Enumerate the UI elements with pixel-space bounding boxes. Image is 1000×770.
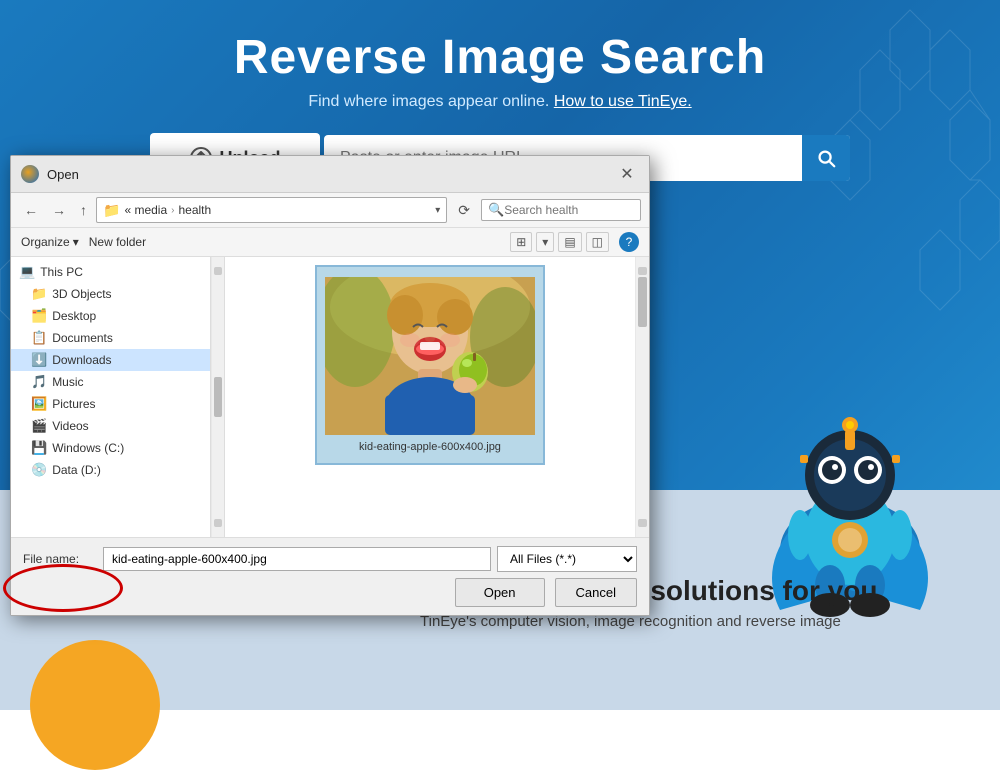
open-button[interactable]: Open [455,578,545,607]
tree-label-windows-c: Windows (C:) [52,441,124,455]
dialog-footer: File name: All Files (*.*) Open Cancel [11,537,649,615]
up-button[interactable]: ↑ [75,199,92,221]
refresh-button[interactable]: ⟳ [451,199,477,222]
breadcrumb-current: health [178,203,211,217]
dialog-nav: ← → ↑ 📁 « media › health ▾ ⟳ 🔍 [11,193,649,228]
tree-item-downloads[interactable]: ⬇️ Downloads [11,349,210,371]
desktop-icon: 🗂️ [31,308,47,324]
tree-item-this-pc[interactable]: 💻 This PC [11,261,210,283]
new-folder-button[interactable]: New folder [89,235,146,249]
search-box: 🔍 [481,199,641,221]
pictures-icon: 🖼️ [31,396,47,412]
dialog-title: Open [47,167,615,182]
view-icons: ⊞ ▾ ▤ ◫ [510,232,609,252]
left-panel: 💻 This PC 📁 3D Objects 🗂️ Desktop 📋 Docu… [11,257,211,537]
downloads-icon: ⬇️ [31,352,47,368]
organize-label: Organize [21,235,70,249]
documents-icon: 📋 [31,330,47,346]
filename-input[interactable] [103,547,491,571]
tree-label-music: Music [52,375,83,389]
dialog-body: 💻 This PC 📁 3D Objects 🗂️ Desktop 📋 Docu… [11,257,649,537]
tree-label-data-d: Data (D:) [52,463,101,477]
breadcrumb-folder-icon: 📁 [103,202,120,219]
breadcrumb-arrow: › [171,205,174,216]
right-panel-scrollbar[interactable] [635,257,649,537]
tree-label-documents: Documents [52,331,113,345]
right-panel: kid-eating-apple-600x400.jpg [225,257,635,537]
right-scrollbar-thumb[interactable] [638,277,647,327]
view-dropdown-button[interactable]: ▾ [536,232,554,252]
breadcrumb-bar: 📁 « media › health ▾ [96,197,447,223]
breadcrumb-prefix: « media [124,203,167,217]
subtitle: Find where images appear online. How to … [0,93,1000,111]
scrollbar-thumb[interactable] [214,377,222,417]
view-details-button[interactable]: ▤ [558,232,581,252]
page-title: Reverse Image Search [0,30,1000,85]
file-thumbnail-container[interactable]: kid-eating-apple-600x400.jpg [315,265,545,465]
tree-item-pictures[interactable]: 🖼️ Pictures [11,393,210,415]
forward-button[interactable]: → [47,199,71,221]
file-open-dialog: Open ✕ ← → ↑ 📁 « media › health ▾ ⟳ 🔍 Or… [10,155,650,616]
orange-circle-decoration [30,640,160,770]
organize-button[interactable]: Organize ▾ [21,235,79,249]
tree-label-pictures: Pictures [52,397,95,411]
search-icon [815,147,837,169]
view-large-icon-button[interactable]: ⊞ [510,232,532,252]
breadcrumb-dropdown-icon[interactable]: ▾ [435,205,440,216]
dialog-close-button[interactable]: ✕ [615,162,639,186]
tree-item-windows-c[interactable]: 💾 Windows (C:) [11,437,210,459]
filename-row: File name: All Files (*.*) [23,546,637,572]
music-icon: 🎵 [31,374,47,390]
dialog-toolbar: Organize ▾ New folder ⊞ ▾ ▤ ◫ ? [11,228,649,257]
left-panel-scrollbar[interactable] [211,257,225,537]
3d-objects-icon: 📁 [31,286,47,302]
tree-label-desktop: Desktop [52,309,96,323]
view-preview-button[interactable]: ◫ [586,232,609,252]
filename-label: File name: [23,552,103,566]
file-preview-image [325,277,535,435]
search-submit-button[interactable] [802,135,850,181]
dialog-titlebar: Open ✕ [11,156,649,193]
how-to-link[interactable]: How to use TinEye. [554,93,692,110]
dialog-actions: Open Cancel [23,578,637,607]
search-box-icon: 🔍 [488,202,504,218]
tree-item-data-d[interactable]: 💿 Data (D:) [11,459,210,481]
tree-label-downloads: Downloads [52,353,111,367]
tree-item-videos[interactable]: 🎬 Videos [11,415,210,437]
filetype-dropdown[interactable]: All Files (*.*) [497,546,637,572]
cancel-button[interactable]: Cancel [555,578,637,607]
tree-label-videos: Videos [52,419,88,433]
this-pc-icon: 💻 [19,264,35,280]
tree-item-documents[interactable]: 📋 Documents [11,327,210,349]
data-d-icon: 💿 [31,462,47,478]
windows-c-icon: 💾 [31,440,47,456]
videos-icon: 🎬 [31,418,47,434]
help-button[interactable]: ? [619,232,639,252]
tree-label-this-pc: This PC [40,265,83,279]
tree-label-3d-objects: 3D Objects [52,287,111,301]
organize-chevron-icon: ▾ [73,235,79,249]
file-label: kid-eating-apple-600x400.jpg [359,441,501,453]
tree-item-3d-objects[interactable]: 📁 3D Objects [11,283,210,305]
dialog-chrome-icon [21,165,39,183]
header: Reverse Image Search Find where images a… [0,0,1000,111]
back-button[interactable]: ← [19,199,43,221]
tree-item-desktop[interactable]: 🗂️ Desktop [11,305,210,327]
tree-item-music[interactable]: 🎵 Music [11,371,210,393]
search-box-input[interactable] [504,203,659,217]
